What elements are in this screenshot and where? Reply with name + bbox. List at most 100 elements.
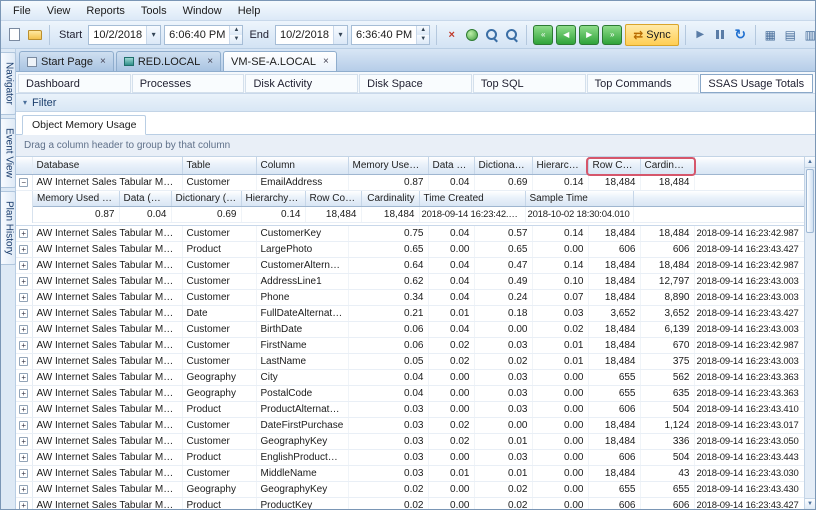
expander-cell[interactable]: + [16, 482, 32, 498]
expand-icon[interactable]: + [19, 421, 28, 430]
expander-cell[interactable]: + [16, 338, 32, 354]
expand-icon[interactable]: + [19, 229, 28, 238]
expander-cell[interactable]: + [16, 258, 32, 274]
close-icon[interactable]: × [323, 57, 329, 67]
tab-start-page[interactable]: Start Page × [19, 51, 114, 71]
tile-windows-icon[interactable]: ▦ [762, 26, 779, 43]
chevron-down-icon[interactable]: ▾ [146, 26, 160, 44]
start-time-spinner[interactable]: ▲▼ [229, 26, 242, 44]
expander-cell[interactable]: + [16, 434, 32, 450]
expand-icon[interactable]: + [19, 245, 28, 254]
expander-cell[interactable]: + [16, 386, 32, 402]
expand-icon[interactable]: + [19, 325, 28, 334]
table-row[interactable]: +AW Internet Sales Tabular Mode...Produc… [16, 242, 804, 258]
close-icon[interactable]: × [100, 57, 106, 67]
expand-icon[interactable]: + [19, 405, 28, 414]
tab-red-local[interactable]: RED.LOCAL × [116, 51, 221, 71]
table-row[interactable]: +AW Internet Sales Tabular Mode...Geogra… [16, 386, 804, 402]
detail-col-time-created[interactable]: Time Created [419, 191, 525, 207]
expander-cell[interactable]: + [16, 274, 32, 290]
expand-icon[interactable]: + [19, 309, 28, 318]
end-date-input[interactable]: 10/2/2018 ▾ [275, 25, 348, 45]
scroll-up-icon[interactable]: ▲ [805, 157, 815, 168]
scrollbar-thumb[interactable] [806, 169, 814, 233]
expand-icon[interactable]: + [19, 341, 28, 350]
detail-col-dictionary[interactable]: Dictionary (MB) [171, 191, 241, 207]
sync-button[interactable]: ⇄ Sync [625, 24, 679, 46]
tab-top-sql[interactable]: Top SQL [473, 74, 586, 93]
sidebar-tab-event-view[interactable]: Event View [1, 118, 16, 188]
col-header-cardinality[interactable]: Cardinality [640, 157, 694, 174]
refresh-icon[interactable]: ↻ [732, 26, 749, 43]
sidebar-tab-plan-history[interactable]: Plan History [1, 191, 16, 265]
menu-tools[interactable]: Tools [133, 3, 175, 19]
menu-file[interactable]: File [5, 3, 39, 19]
last-sample-button[interactable]: » [602, 25, 622, 45]
expander-cell[interactable]: + [16, 354, 32, 370]
new-icon[interactable] [6, 26, 23, 43]
expander-cell[interactable]: + [16, 290, 32, 306]
tab-processes[interactable]: Processes [132, 74, 245, 93]
close-icon[interactable]: × [207, 57, 213, 67]
collapse-arrow-icon[interactable]: ▾ [23, 98, 27, 107]
col-header-hierarchy[interactable]: Hierarchy (MB) [532, 157, 588, 174]
zoom-in-icon[interactable] [503, 26, 520, 43]
tab-vm-se-a-local[interactable]: VM-SE-A.LOCAL × [223, 51, 337, 71]
detail-col-cardinality[interactable]: Cardinality [361, 191, 419, 207]
expander-cell[interactable]: + [16, 370, 32, 386]
collapse-icon[interactable]: − [19, 178, 28, 187]
expander-cell[interactable]: + [16, 466, 32, 482]
table-row[interactable]: +AW Internet Sales Tabular Mode...Custom… [16, 418, 804, 434]
expander-cell[interactable]: + [16, 306, 32, 322]
table-row[interactable]: +AW Internet Sales Tabular Mode...Custom… [16, 290, 804, 306]
previous-sample-button[interactable]: ◀ [556, 25, 576, 45]
expander-cell[interactable]: + [16, 242, 32, 258]
table-row[interactable]: +AW Internet Sales Tabular Mode...Geogra… [16, 370, 804, 386]
vertical-scrollbar[interactable]: ▲ ▼ [804, 157, 815, 509]
col-header-dictionary[interactable]: Dictionary (MB) [474, 157, 532, 174]
detail-col-row-count[interactable]: Row Count [305, 191, 361, 207]
table-row[interactable]: +AW Internet Sales Tabular Mode...Custom… [16, 274, 804, 290]
clear-icon[interactable]: × [443, 26, 460, 43]
table-row[interactable]: +AW Internet Sales Tabular Mode...Custom… [16, 354, 804, 370]
zoom-out-icon[interactable] [483, 26, 500, 43]
table-row[interactable]: +AW Internet Sales Tabular Mode...Custom… [16, 338, 804, 354]
table-row[interactable]: +AW Internet Sales Tabular Mode...Produc… [16, 498, 804, 510]
expand-icon[interactable]: + [19, 373, 28, 382]
sidebar-tab-navigator[interactable]: Navigator [1, 52, 16, 115]
table-row[interactable]: +AW Internet Sales Tabular Mode...Geogra… [16, 482, 804, 498]
table-row[interactable]: +AW Internet Sales Tabular Mode...Produc… [16, 450, 804, 466]
filter-bar[interactable]: ▾ Filter [16, 94, 815, 112]
expand-icon[interactable]: + [19, 437, 28, 446]
group-by-panel[interactable]: Drag a column header to group by that co… [16, 135, 815, 157]
globe-icon[interactable] [463, 26, 480, 43]
table-row[interactable]: +AW Internet Sales Tabular Mode...Custom… [16, 258, 804, 274]
tab-ssas-usage-totals[interactable]: SSAS Usage Totals [700, 74, 813, 93]
play-icon[interactable]: ▶ [692, 26, 709, 43]
detail-col-hierarchy[interactable]: Hierarchy (MB) [241, 191, 305, 207]
expand-icon[interactable]: + [19, 453, 28, 462]
detail-col-sample-time[interactable]: Sample Time [525, 191, 633, 207]
table-row[interactable]: +AW Internet Sales Tabular Mode...DateFu… [16, 306, 804, 322]
expand-icon[interactable]: + [19, 357, 28, 366]
end-time-spinner[interactable]: ▲▼ [416, 26, 429, 44]
tab-dashboard[interactable]: Dashboard [18, 74, 131, 93]
open-icon[interactable] [26, 26, 43, 43]
col-header-database[interactable]: Database [32, 157, 182, 174]
table-row[interactable]: +AW Internet Sales Tabular Mode...Custom… [16, 322, 804, 338]
split-window-icon[interactable]: ▥ [802, 26, 816, 43]
next-sample-button[interactable]: ▶ [579, 25, 599, 45]
table-row[interactable]: +AW Internet Sales Tabular Mode...Custom… [16, 434, 804, 450]
tab-disk-activity[interactable]: Disk Activity [245, 74, 358, 93]
col-header-time-created[interactable] [694, 157, 804, 174]
pause-icon[interactable] [712, 26, 729, 43]
col-header-memory-used[interactable]: Memory Used (MB)▼ [348, 157, 428, 174]
expander-cell[interactable]: + [16, 402, 32, 418]
expander-cell[interactable]: + [16, 418, 32, 434]
expand-icon[interactable]: + [19, 261, 28, 270]
expand-icon[interactable]: + [19, 389, 28, 398]
tab-top-commands[interactable]: Top Commands [587, 74, 700, 93]
table-row-expanded[interactable]: − AW Internet Sales Tabular Mode... Cust… [16, 174, 804, 190]
tab-object-memory-usage[interactable]: Object Memory Usage [22, 115, 146, 135]
expand-icon[interactable]: + [19, 277, 28, 286]
